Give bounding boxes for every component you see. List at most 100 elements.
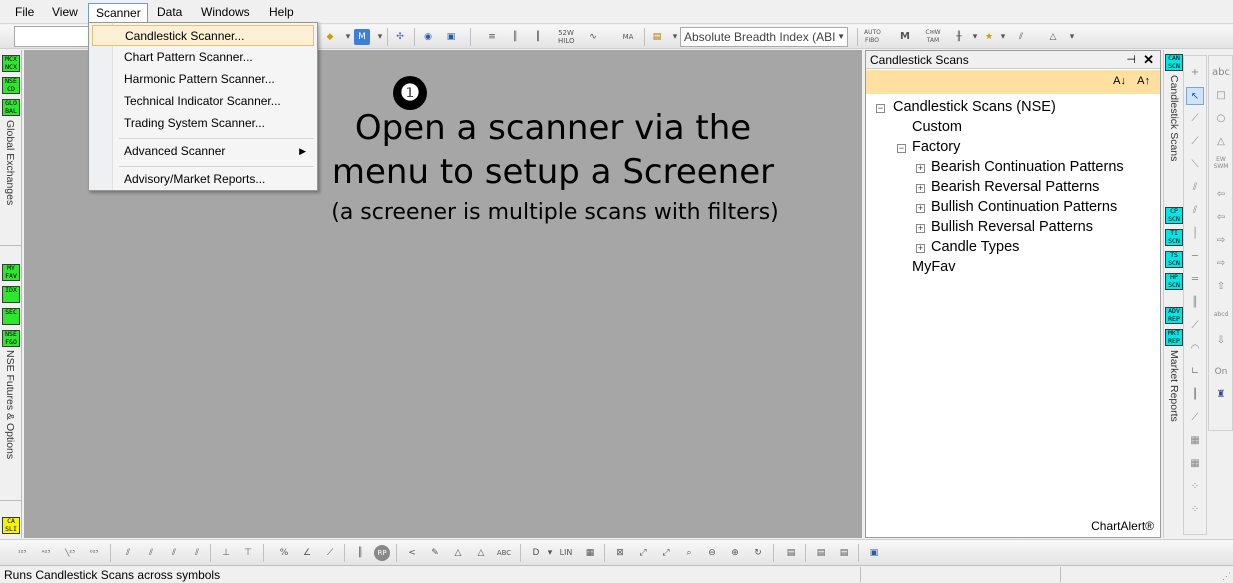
bars-icon[interactable]: ║ bbox=[352, 545, 368, 561]
tree-bearish-reversal[interactable]: Bearish Reversal Patterns bbox=[931, 179, 1099, 195]
numbers-icon[interactable]: ¹²³ bbox=[14, 545, 30, 561]
arrow-down-icon[interactable]: ⇩ bbox=[1212, 332, 1230, 350]
indicator-icon[interactable]: ▤ bbox=[649, 29, 665, 45]
vertical-line-icon[interactable]: │ bbox=[1186, 225, 1204, 243]
tag-global[interactable]: GLO BAL bbox=[2, 99, 20, 116]
grid-icon[interactable]: ▦ bbox=[582, 545, 598, 561]
tag-my-fav[interactable]: MY FAV bbox=[2, 264, 20, 281]
triangle-icon[interactable]: △ bbox=[1045, 29, 1061, 45]
ray-icon[interactable]: ═ bbox=[1186, 271, 1204, 289]
arrow-left-icon[interactable]: ⇦ bbox=[1212, 186, 1230, 204]
pattern-abcd-icon[interactable]: abcd bbox=[1212, 306, 1230, 324]
tree-custom[interactable]: Custom bbox=[912, 119, 962, 135]
square-grid-icon[interactable]: ▦ bbox=[1186, 455, 1204, 473]
menu-advanced-scanner[interactable]: Advanced Scanner ▶ bbox=[92, 141, 314, 162]
scan-icon[interactable]: ▣ bbox=[866, 545, 882, 561]
level-icon[interactable]: ⊤ bbox=[240, 545, 256, 561]
ctam-icon[interactable]: C✉W TAM bbox=[925, 29, 941, 45]
close-icon[interactable]: ✕ bbox=[1143, 51, 1154, 69]
dropdown-arrow-icon[interactable]: ▾ bbox=[372, 29, 388, 45]
tree-candle-types[interactable]: Candle Types bbox=[931, 239, 1019, 255]
dropdown-arrow-icon[interactable]: ▾ bbox=[542, 545, 558, 561]
expand-icon[interactable]: + bbox=[916, 224, 925, 233]
linear-scale-icon[interactable]: LIN bbox=[558, 545, 574, 561]
horizontal-line-icon[interactable]: ─ bbox=[1186, 248, 1204, 266]
tag-adv-rep[interactable]: ADV REP bbox=[1165, 307, 1183, 324]
zoom-in-icon[interactable]: ⊕ bbox=[727, 545, 743, 561]
document-icon[interactable]: ▤ bbox=[783, 545, 799, 561]
menu-data[interactable]: Data bbox=[150, 3, 189, 22]
dots-grid-icon[interactable]: ⁘ bbox=[1186, 501, 1204, 519]
trendline-icon[interactable]: ⟋ bbox=[1186, 110, 1204, 128]
speed-lines-icon[interactable]: ⟋ bbox=[1186, 409, 1204, 427]
nse-futures-options-label[interactable]: NSE Futures & Options bbox=[4, 350, 16, 459]
indicator-select[interactable]: Absolute Breadth Index (ABI ▼ bbox=[680, 27, 848, 47]
zoom-icon[interactable]: ⌕ bbox=[681, 545, 697, 561]
candlestick-scans-label[interactable]: Candlestick Scans bbox=[1168, 75, 1180, 161]
elliott-wave-icon[interactable]: EW SWM bbox=[1212, 156, 1230, 174]
pointer-icon[interactable]: ↖ bbox=[1186, 87, 1204, 105]
tag-mkt-rep[interactable]: MKT REP bbox=[1165, 329, 1183, 346]
symbol-input[interactable] bbox=[14, 26, 90, 47]
equity-icon[interactable]: ≡ bbox=[484, 29, 500, 45]
tag-ti-scn[interactable]: TI SCN bbox=[1165, 229, 1183, 246]
arrow-turn-icon[interactable]: ⇧ bbox=[1212, 278, 1230, 296]
replay-icon[interactable]: ♜ bbox=[1212, 386, 1230, 404]
menu-file[interactable]: File bbox=[8, 3, 41, 22]
arc-icon[interactable]: ◠ bbox=[1186, 340, 1204, 358]
tag-mcx-ncx[interactable]: MCX NCX bbox=[2, 55, 20, 72]
menu-harmonic-pattern-scanner[interactable]: Harmonic Pattern Scanner... bbox=[92, 69, 314, 90]
menu-advisory-market-reports[interactable]: Advisory/Market Reports... bbox=[92, 169, 314, 190]
grid-icon[interactable]: ▦ bbox=[1186, 432, 1204, 450]
volume-icon[interactable]: ┃ bbox=[530, 29, 546, 45]
numbers-icon[interactable]: ᴬ²³ bbox=[38, 545, 54, 561]
tag-cp-scn[interactable]: CP SCN bbox=[1165, 207, 1183, 224]
bars-icon[interactable]: ║ bbox=[507, 29, 523, 45]
fan-icon[interactable]: ⟋ bbox=[322, 545, 338, 561]
abc-pattern-icon[interactable]: ABC bbox=[496, 545, 512, 561]
pivot-icon[interactable]: M bbox=[897, 29, 913, 45]
tag-nse-fno[interactable]: NSE F&O bbox=[2, 330, 20, 347]
numbers-icon[interactable]: ⁰²³ bbox=[86, 545, 102, 561]
52w-hilo-icon[interactable]: 52W HILO bbox=[558, 29, 575, 45]
expand-icon[interactable]: ⤢ bbox=[635, 545, 651, 561]
expand-icon[interactable]: + bbox=[916, 244, 925, 253]
fib-fan-icon[interactable]: ⫽ bbox=[166, 545, 182, 561]
arrow-left-icon[interactable]: ⇦ bbox=[1212, 209, 1230, 227]
cycle-lines-icon[interactable]: ┃ bbox=[1186, 386, 1204, 404]
crosshair-icon[interactable]: + bbox=[1186, 64, 1204, 82]
line-sl-icon[interactable]: ⟍ bbox=[1186, 156, 1204, 174]
channel-icon[interactable]: ⫽ bbox=[1186, 179, 1204, 197]
menu-scanner[interactable]: Scanner bbox=[88, 3, 148, 22]
tree-bullish-continuation[interactable]: Bullish Continuation Patterns bbox=[931, 199, 1117, 215]
edit-icon[interactable]: ✎ bbox=[427, 545, 443, 561]
fib-lines-icon[interactable]: ║ bbox=[1186, 294, 1204, 312]
menu-technical-indicator-scanner[interactable]: Technical Indicator Scanner... bbox=[92, 91, 314, 112]
tree-bearish-continuation[interactable]: Bearish Continuation Patterns bbox=[931, 159, 1124, 175]
rectangle-icon[interactable]: □ bbox=[1212, 87, 1230, 105]
document-icon[interactable]: ▤ bbox=[813, 545, 829, 561]
menu-help[interactable]: Help bbox=[262, 3, 301, 22]
menu-candlestick-scanner[interactable]: Candlestick Scanner... bbox=[92, 25, 314, 46]
angle-icon[interactable]: ∠ bbox=[299, 545, 315, 561]
trend-icon[interactable]: ⫽ bbox=[1013, 29, 1029, 45]
font-decrease-icon[interactable]: A↓ bbox=[1113, 75, 1126, 87]
dropdown-arrow-icon[interactable]: ▾ bbox=[1064, 29, 1080, 45]
window-icon[interactable]: ▣ bbox=[443, 29, 459, 45]
line-sl-icon[interactable]: ⟋ bbox=[1186, 133, 1204, 151]
expand-icon[interactable]: + bbox=[916, 164, 925, 173]
pattern-icon[interactable]: ✣ bbox=[392, 29, 408, 45]
document-icon[interactable]: ▤ bbox=[836, 545, 852, 561]
menu-windows[interactable]: Windows bbox=[194, 3, 257, 22]
expand-icon[interactable]: ⤢ bbox=[658, 545, 674, 561]
tree-root[interactable]: Candlestick Scans (NSE) bbox=[893, 99, 1056, 115]
level-icon[interactable]: ⊥ bbox=[218, 545, 234, 561]
chart-type-icon[interactable]: M bbox=[354, 29, 370, 45]
zigzag-icon[interactable]: ∿ bbox=[585, 29, 601, 45]
dropdown-arrow-icon[interactable]: ▾ bbox=[995, 29, 1011, 45]
font-increase-icon[interactable]: A↑ bbox=[1137, 75, 1150, 87]
menu-chart-pattern-scanner[interactable]: Chart Pattern Scanner... bbox=[92, 47, 314, 68]
candles-icon[interactable]: ╫ bbox=[951, 29, 967, 45]
collapse-factory-icon[interactable]: − bbox=[897, 144, 906, 153]
triangle-icon[interactable]: △ bbox=[473, 545, 489, 561]
